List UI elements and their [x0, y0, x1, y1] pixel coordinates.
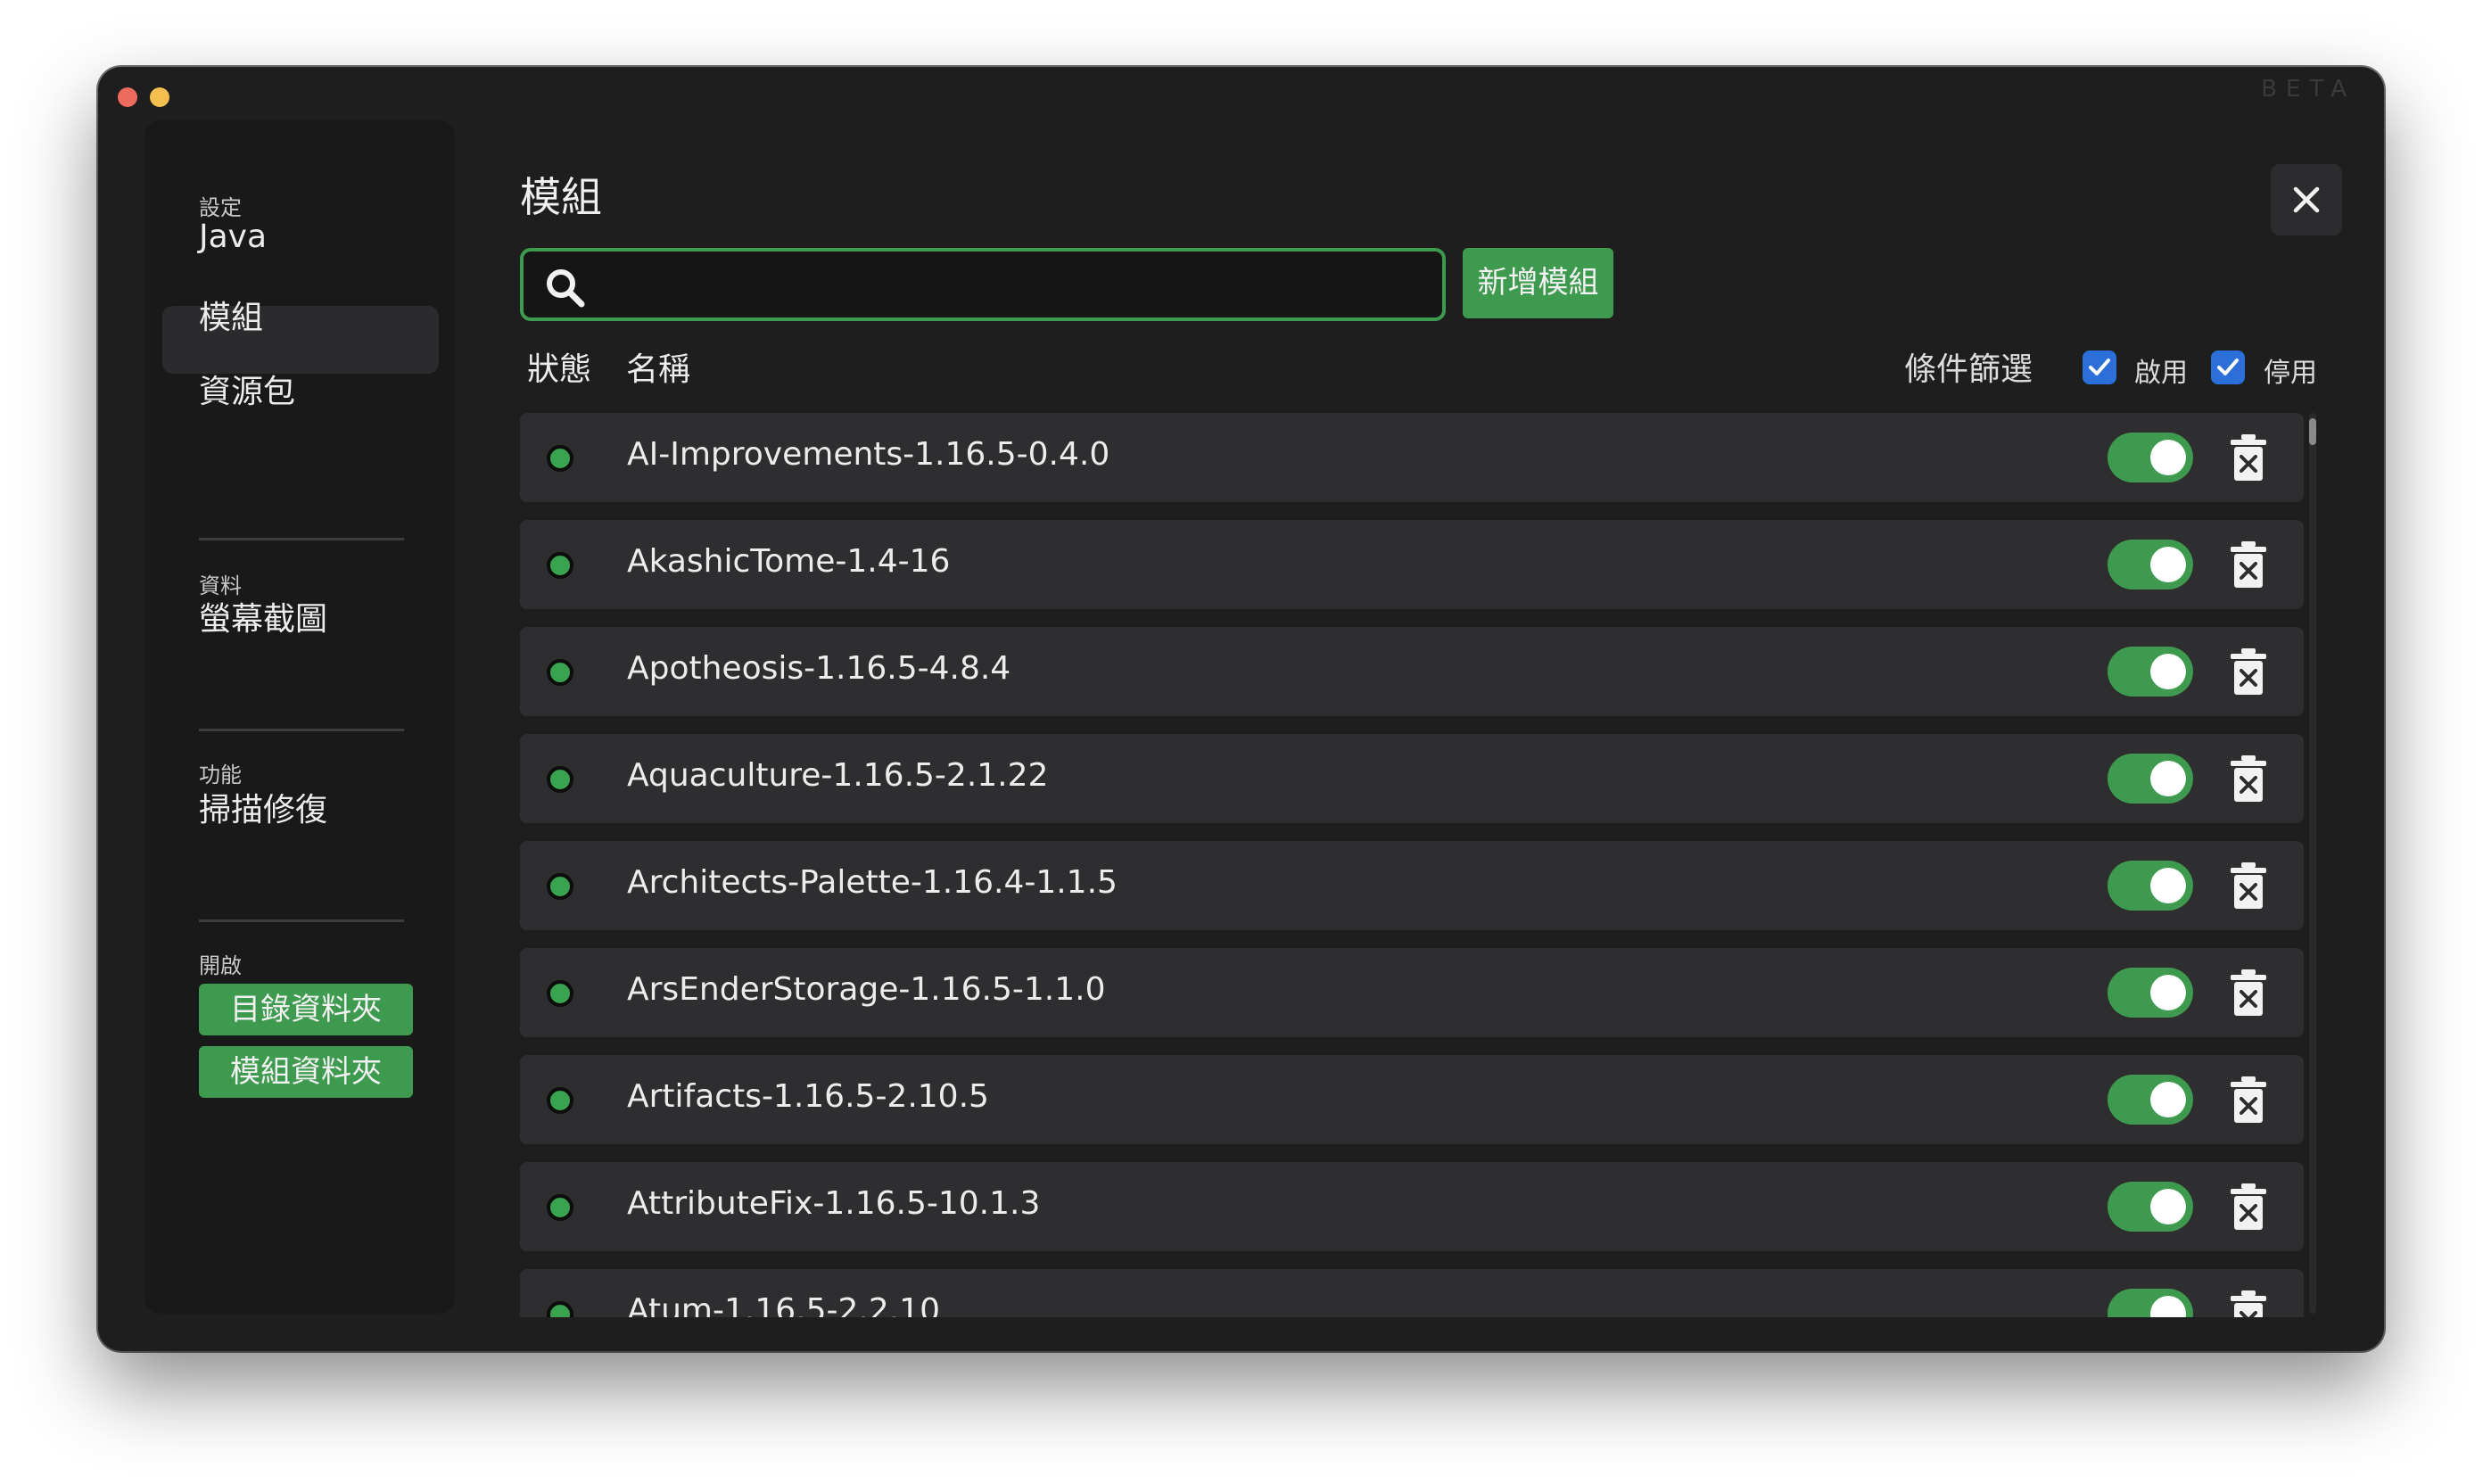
- status-indicator: [547, 766, 573, 793]
- mod-enable-toggle[interactable]: [2108, 968, 2193, 1018]
- mod-name: ArsEnderStorage-1.16.5-1.1.0: [627, 971, 1106, 1008]
- status-indicator: [547, 1087, 573, 1114]
- mod-name: Artifacts-1.16.5-2.10.5: [627, 1078, 989, 1115]
- mod-row[interactable]: Architects-Palette-1.16.4-1.1.5: [520, 841, 2304, 930]
- scrollbar[interactable]: [2309, 413, 2316, 1314]
- mod-enable-toggle[interactable]: [2108, 1289, 2193, 1317]
- disabled-filter-label: 停用: [2264, 358, 2317, 389]
- sidebar-item-resource-packs[interactable]: 資源包: [199, 366, 295, 412]
- sidebar-item-screenshots[interactable]: 螢幕截圖: [199, 593, 327, 639]
- toggle-knob: [2150, 975, 2186, 1010]
- mod-enable-toggle[interactable]: [2108, 433, 2193, 482]
- status-indicator: [547, 552, 573, 579]
- sidebar-divider: [199, 729, 404, 731]
- status-indicator: [547, 445, 573, 472]
- mod-enable-toggle[interactable]: [2108, 861, 2193, 911]
- open-directory-folder-button[interactable]: 目錄資料夾: [199, 984, 413, 1035]
- mod-name: Architects-Palette-1.16.4-1.1.5: [627, 864, 1118, 901]
- toggle-knob: [2150, 547, 2186, 582]
- filter-label: 條件篩選: [1904, 351, 2033, 388]
- check-icon: [2217, 359, 2239, 375]
- sidebar-item-java[interactable]: Java: [199, 218, 267, 255]
- search-input[interactable]: [595, 259, 1428, 312]
- status-indicator: [547, 1194, 573, 1221]
- mod-enable-toggle[interactable]: [2108, 1182, 2193, 1232]
- toggle-knob: [2150, 868, 2186, 903]
- toggle-knob: [2150, 761, 2186, 796]
- delete-mod-icon[interactable]: [2229, 433, 2268, 482]
- mod-row[interactable]: Apotheosis-1.16.5-4.8.4: [520, 627, 2304, 716]
- sidebar-divider: [199, 919, 404, 922]
- status-indicator: [547, 873, 573, 900]
- app-window: BETA 設定 Java 模組 資源包 資料 螢幕截圖 功能 掃描修復 開啟 目…: [98, 67, 2384, 1351]
- mod-name: Apotheosis-1.16.5-4.8.4: [627, 650, 1011, 687]
- mod-name: AttributeFix-1.16.5-10.1.3: [627, 1185, 1041, 1222]
- page-title: 模組: [520, 173, 602, 221]
- open-mods-folder-button[interactable]: 模組資料夾: [199, 1046, 413, 1098]
- sidebar-item-scan-repair[interactable]: 掃描修復: [199, 784, 327, 830]
- delete-mod-icon[interactable]: [2229, 647, 2268, 697]
- check-icon: [2089, 359, 2110, 375]
- mod-enable-toggle[interactable]: [2108, 647, 2193, 697]
- mod-name: Atum-1.16.5-2.2.10: [627, 1292, 940, 1317]
- delete-mod-icon[interactable]: [2229, 540, 2268, 589]
- status-column-header: 狀態: [527, 351, 592, 388]
- status-indicator: [547, 1301, 573, 1317]
- mod-list: AI-Improvements-1.16.5-0.4.0 AkashicTome-…: [520, 413, 2304, 1317]
- enabled-filter-label: 啟用: [2134, 358, 2188, 389]
- toggle-knob: [2150, 654, 2186, 689]
- mod-enable-toggle[interactable]: [2108, 540, 2193, 589]
- close-window-button[interactable]: [118, 87, 137, 107]
- mod-enable-toggle[interactable]: [2108, 1075, 2193, 1125]
- search-icon: [547, 269, 585, 308]
- enabled-filter-checkbox[interactable]: [2083, 350, 2116, 384]
- close-button[interactable]: [2271, 164, 2342, 235]
- toggle-knob: [2150, 440, 2186, 475]
- mod-row[interactable]: AttributeFix-1.16.5-10.1.3: [520, 1162, 2304, 1251]
- delete-mod-icon[interactable]: [2229, 861, 2268, 911]
- mod-row[interactable]: AkashicTome-1.4-16: [520, 520, 2304, 609]
- delete-mod-icon[interactable]: [2229, 1182, 2268, 1232]
- toggle-knob: [2150, 1082, 2186, 1117]
- add-mod-button[interactable]: 新增模組: [1463, 248, 1613, 318]
- mod-enable-toggle[interactable]: [2108, 754, 2193, 804]
- delete-mod-icon[interactable]: [2229, 1075, 2268, 1125]
- search-box[interactable]: [520, 248, 1446, 321]
- toggle-knob: [2150, 1296, 2186, 1317]
- status-indicator: [547, 980, 573, 1007]
- name-column-header: 名稱: [626, 351, 691, 388]
- close-icon: [2293, 186, 2320, 213]
- mod-name: AI-Improvements-1.16.5-0.4.0: [627, 436, 1110, 473]
- delete-mod-icon[interactable]: [2229, 754, 2268, 804]
- sidebar-item-mods[interactable]: 模組: [199, 292, 263, 338]
- mod-name: AkashicTome-1.4-16: [627, 543, 951, 580]
- delete-mod-icon[interactable]: [2229, 1289, 2268, 1317]
- settings-section-label: 設定: [199, 195, 242, 220]
- beta-label: BETA: [2261, 76, 2355, 103]
- sidebar: 設定 Java 模組 資源包 資料 螢幕截圖 功能 掃描修復 開啟 目錄資料夾 …: [144, 120, 455, 1314]
- scrollbar-thumb[interactable]: [2309, 418, 2316, 445]
- mod-row[interactable]: ArsEnderStorage-1.16.5-1.1.0: [520, 948, 2304, 1037]
- toggle-knob: [2150, 1189, 2186, 1224]
- mod-name: Aquaculture-1.16.5-2.1.22: [627, 757, 1049, 794]
- mod-row[interactable]: Aquaculture-1.16.5-2.1.22: [520, 734, 2304, 823]
- mod-row[interactable]: Artifacts-1.16.5-2.10.5: [520, 1055, 2304, 1144]
- minimize-window-button[interactable]: [150, 87, 169, 107]
- mod-row[interactable]: AI-Improvements-1.16.5-0.4.0: [520, 413, 2304, 502]
- sidebar-divider: [199, 538, 404, 540]
- status-indicator: [547, 659, 573, 686]
- mod-row[interactable]: Atum-1.16.5-2.2.10: [520, 1269, 2304, 1317]
- delete-mod-icon[interactable]: [2229, 968, 2268, 1018]
- open-section-label: 開啟: [199, 953, 242, 978]
- disabled-filter-checkbox[interactable]: [2211, 350, 2245, 384]
